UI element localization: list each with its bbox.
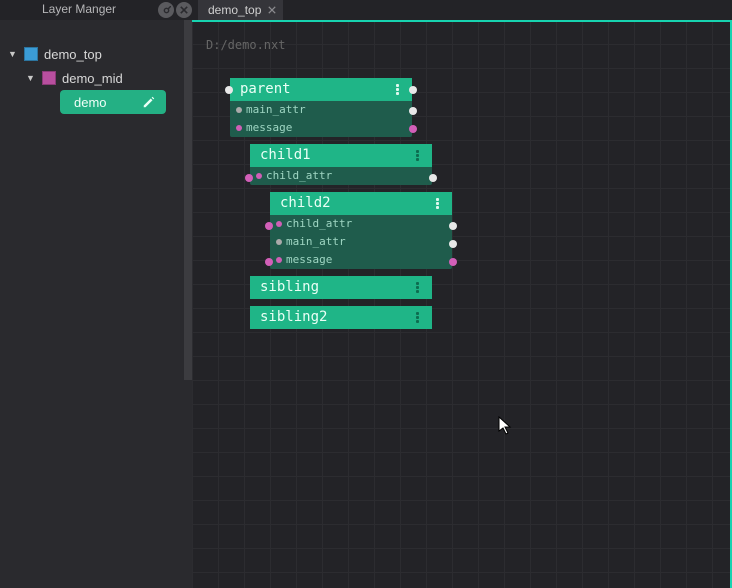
attr-out-port[interactable] <box>449 240 457 248</box>
node-title[interactable]: parent <box>230 78 412 101</box>
top-bar: Layer Manger demo_top <box>0 0 732 20</box>
graph-canvas[interactable]: D:/demo.nxt parent main_attr message chi… <box>192 20 732 588</box>
attr-out-port[interactable] <box>409 125 417 133</box>
file-tab[interactable]: demo_top <box>198 0 283 20</box>
node-attr[interactable]: main_attr <box>270 233 452 251</box>
scrollbar-thumb[interactable] <box>184 20 192 380</box>
tab-label: demo_top <box>208 0 261 20</box>
attr-out-port[interactable] <box>429 174 437 182</box>
node-attr[interactable]: child_attr <box>270 215 452 233</box>
node-parent[interactable]: parent main_attr message <box>230 78 412 137</box>
panel-undock-button[interactable] <box>158 2 174 18</box>
tab-close-icon[interactable] <box>265 3 279 17</box>
attr-out-port[interactable] <box>409 107 417 115</box>
active-layer-pill[interactable]: demo <box>60 90 166 114</box>
drag-handle-icon[interactable] <box>392 84 402 95</box>
node-title[interactable]: sibling2 <box>250 306 432 329</box>
layer-color-swatch <box>24 47 38 61</box>
panel-title: Layer Manger <box>42 2 116 16</box>
tree-label: demo_top <box>44 47 102 62</box>
tree-item-demo[interactable]: demo <box>8 90 184 114</box>
file-path-label: D:/demo.nxt <box>206 38 285 52</box>
side-scrollbar[interactable] <box>184 20 192 588</box>
node-child2[interactable]: child2 child_attr main_attr message <box>270 192 452 269</box>
node-sibling2[interactable]: sibling2 <box>250 306 432 329</box>
node-title[interactable]: child2 <box>270 192 452 215</box>
attr-out-port[interactable] <box>449 222 457 230</box>
collapse-icon[interactable]: ▼ <box>26 73 36 83</box>
layer-tree: ▼ demo_top ▼ demo_mid demo <box>0 20 192 122</box>
layer-pill-label: demo <box>74 95 107 110</box>
tree-item-demo-mid[interactable]: ▼ demo_mid <box>8 66 184 90</box>
attr-out-port[interactable] <box>449 258 457 266</box>
node-attr[interactable]: message <box>230 119 412 137</box>
drag-handle-icon[interactable] <box>412 150 422 161</box>
tree-item-demo-top[interactable]: ▼ demo_top <box>8 42 184 66</box>
node-attr[interactable]: child_attr <box>250 167 432 185</box>
node-attr[interactable]: main_attr <box>230 101 412 119</box>
panel-close-button[interactable] <box>176 2 192 18</box>
node-sibling[interactable]: sibling <box>250 276 432 299</box>
layer-manager-panel: ▼ demo_top ▼ demo_mid demo <box>0 20 192 588</box>
tree-label: demo_mid <box>62 71 123 86</box>
exec-out-port[interactable] <box>409 86 417 94</box>
node-child1[interactable]: child1 child_attr <box>250 144 432 185</box>
drag-handle-icon[interactable] <box>432 198 442 209</box>
drag-handle-icon[interactable] <box>412 312 422 323</box>
pencil-icon[interactable] <box>140 93 158 111</box>
layer-color-swatch <box>42 71 56 85</box>
exec-in-port[interactable] <box>225 86 233 94</box>
drag-handle-icon[interactable] <box>412 282 422 293</box>
panel-controls <box>158 2 192 18</box>
collapse-icon[interactable]: ▼ <box>8 49 18 59</box>
node-attr[interactable]: message <box>270 251 452 269</box>
node-title[interactable]: sibling <box>250 276 432 299</box>
node-title[interactable]: child1 <box>250 144 432 167</box>
horizontal-ruler <box>192 20 732 22</box>
